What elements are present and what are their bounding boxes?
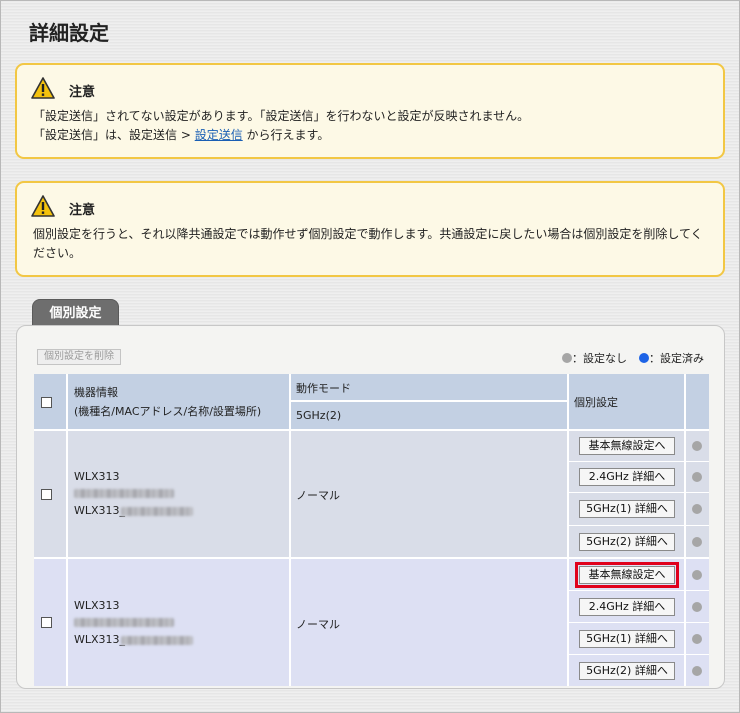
- send-settings-link[interactable]: 設定送信: [195, 128, 243, 142]
- status-dot-unset: [692, 472, 702, 482]
- device-info-header-sub: (機種名/MACアドレス/名称/設置場所): [74, 405, 262, 418]
- basic-wireless-settings-button-highlighted[interactable]: 基本無線設定へ: [575, 562, 679, 588]
- notice-text: 「設定送信」されてない設定があります。「設定送信」を行わないと設定が反映されませ…: [33, 109, 530, 123]
- band-header: 5GHz(2): [296, 409, 342, 422]
- status-dot-unset: [692, 666, 702, 676]
- row-checkbox[interactable]: [41, 489, 52, 500]
- mode-header: 動作モード: [296, 382, 351, 395]
- status-dot-unset: [692, 634, 702, 644]
- tab-individual-settings[interactable]: 個別設定: [32, 299, 119, 326]
- basic-wireless-settings-button[interactable]: 基本無線設定へ: [579, 437, 675, 455]
- redacted-device-name: [121, 507, 193, 516]
- redacted-mac-address: [74, 618, 174, 627]
- device-model: WLX313: [74, 599, 120, 612]
- individual-settings-panel: 個別設定を削除 ：設定なし ：設定済み 機器情報 (機種名/MACアドレス/名称/…: [16, 325, 725, 689]
- device-name: WLX313_: [74, 633, 126, 646]
- 5ghz-1-detail-button[interactable]: 5GHz(1) 詳細へ: [579, 630, 675, 648]
- individual-settings-header: 個別設定: [574, 396, 618, 409]
- notice-individual-settings: 注意 個別設定を行うと、それ以降共通設定では動作せず個別設定で動作します。共通設…: [15, 181, 725, 277]
- status-dot-unset: [692, 441, 702, 451]
- notice-text: 個別設定を行うと、それ以降共通設定では動作せず個別設定で動作します。共通設定に戻…: [33, 227, 703, 260]
- status-dot-unset: [692, 602, 702, 612]
- notice-title: 注意: [69, 85, 96, 100]
- operation-mode: ノーマル: [296, 489, 340, 502]
- unset-status-icon: [562, 353, 572, 363]
- page-title: 詳細設定: [29, 21, 109, 45]
- device-info-header: 機器情報: [74, 386, 118, 399]
- notice-unsent-settings: 注意 「設定送信」されてない設定があります。「設定送信」を行わないと設定が反映さ…: [15, 63, 725, 159]
- redacted-device-name: [121, 636, 193, 645]
- 5ghz-2-detail-button[interactable]: 5GHz(2) 詳細へ: [579, 662, 675, 680]
- row-checkbox[interactable]: [41, 617, 52, 628]
- notice-title: 注意: [69, 203, 96, 218]
- 2-4ghz-detail-button[interactable]: 2.4GHz 詳細へ: [579, 468, 675, 486]
- 5ghz-2-detail-button[interactable]: 5GHz(2) 詳細へ: [579, 533, 675, 551]
- delete-individual-settings-button[interactable]: 個別設定を削除: [37, 349, 121, 365]
- warning-icon: [31, 195, 55, 217]
- set-status-icon: [639, 353, 649, 363]
- status-legend: ：設定なし ：設定済み: [562, 350, 704, 366]
- status-dot-unset: [692, 570, 702, 580]
- operation-mode: ノーマル: [296, 618, 340, 631]
- 2-4ghz-detail-button[interactable]: 2.4GHz 詳細へ: [579, 598, 675, 616]
- select-all-checkbox[interactable]: [41, 397, 52, 408]
- status-dot-unset: [692, 504, 702, 514]
- 5ghz-1-detail-button[interactable]: 5GHz(1) 詳細へ: [579, 500, 675, 518]
- redacted-mac-address: [74, 489, 174, 498]
- device-name: WLX313_: [74, 504, 126, 517]
- notice-text: 「設定送信」は、設定送信 > 設定送信 から行えます。: [33, 128, 330, 142]
- warning-icon: [31, 77, 55, 99]
- status-dot-unset: [692, 537, 702, 547]
- device-model: WLX313: [74, 470, 120, 483]
- device-table: 機器情報 (機種名/MACアドレス/名称/設置場所) 動作モード 5GHz(2)…: [34, 374, 709, 686]
